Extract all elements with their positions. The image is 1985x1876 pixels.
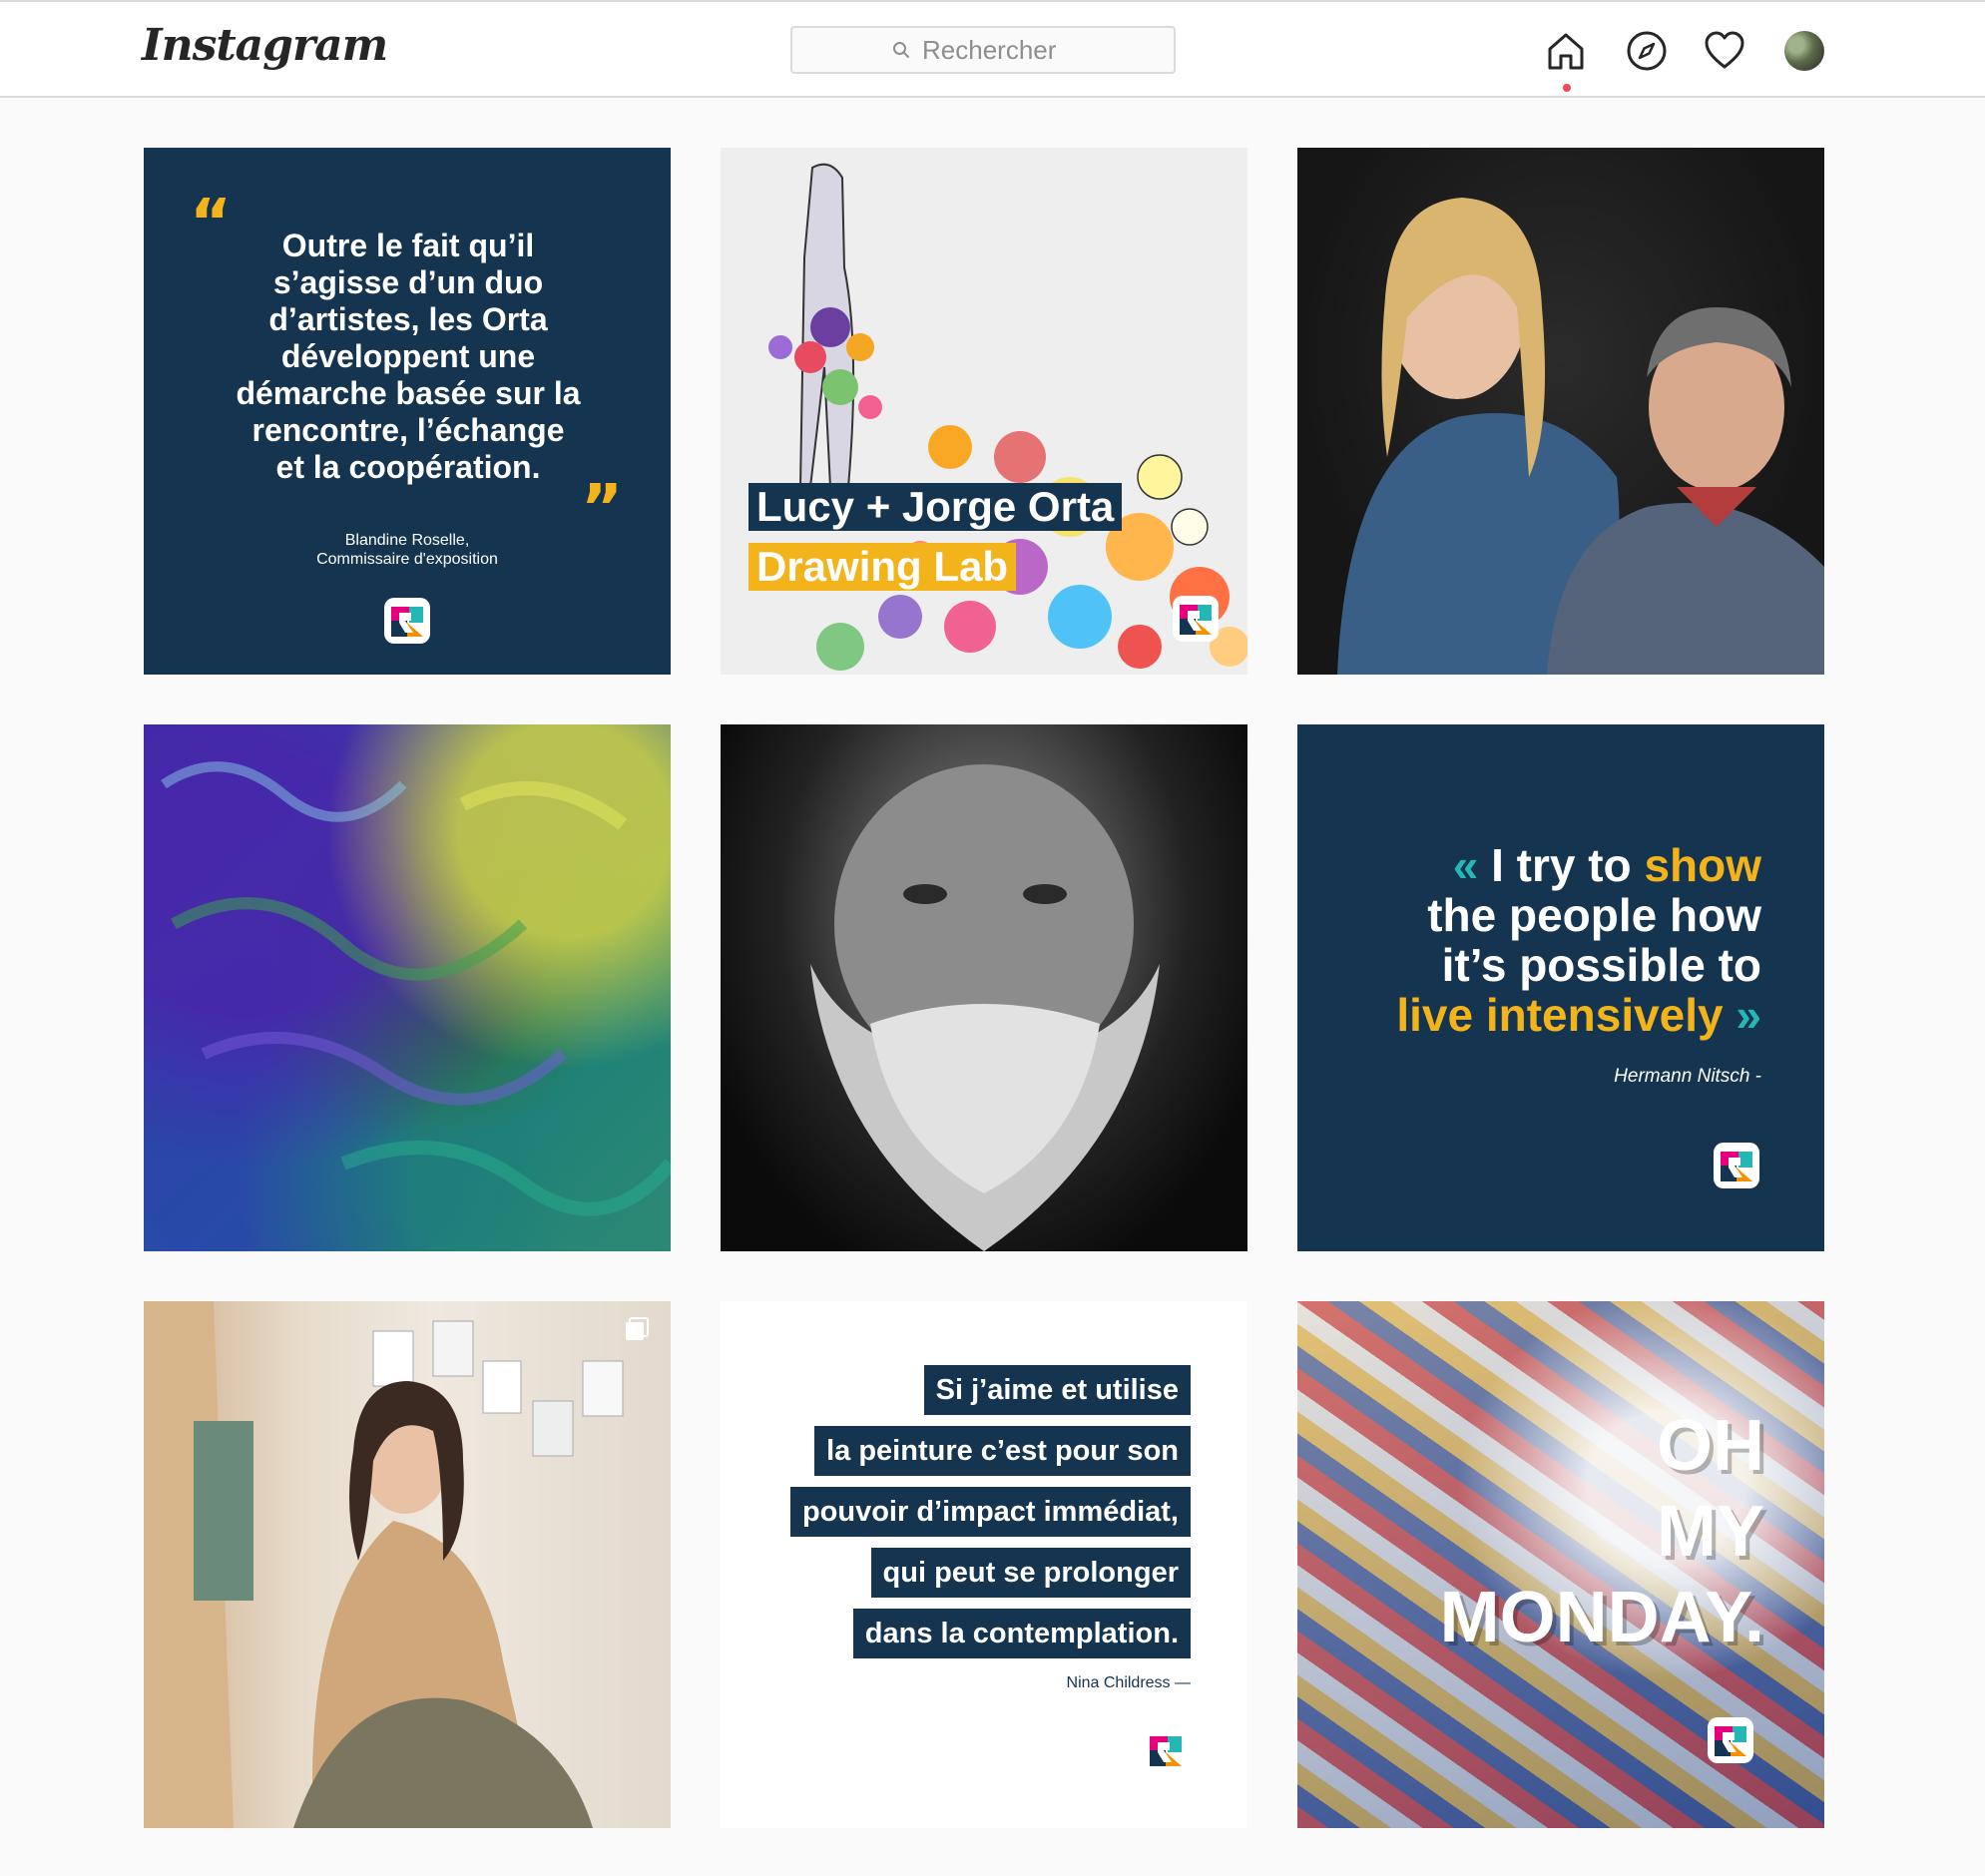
- post-quote-blandine-roselle[interactable]: “ Outre le fait qu’il s’agisse d’un duo …: [144, 148, 671, 675]
- brand-logo-icon: [1714, 1143, 1759, 1188]
- search-icon: [893, 42, 909, 58]
- brand-logo-icon: [1143, 1727, 1189, 1773]
- post-quote-nina-childress[interactable]: Si j’aime et utilise la peinture c’est p…: [721, 1301, 1247, 1828]
- post-bearded-man-portrait[interactable]: [721, 724, 1247, 1251]
- title-band-line2: Drawing Lab: [748, 543, 1017, 591]
- title-band-line1: Lucy + Jorge Orta: [748, 483, 1123, 531]
- search-input[interactable]: [920, 33, 1074, 67]
- brand-logo-icon: [1708, 1717, 1753, 1763]
- post-quote-author: Nina Childress —: [1066, 1674, 1191, 1691]
- post-drawing-lab[interactable]: Lucy + Jorge Orta Drawing Lab: [721, 148, 1247, 675]
- explore-icon[interactable]: [1624, 28, 1670, 74]
- close-guillemet: »: [1723, 989, 1761, 1041]
- heart-icon[interactable]: [1702, 28, 1747, 74]
- quote-line-strip: la peinture c’est pour son: [814, 1426, 1191, 1476]
- post-quote-text: Outre le fait qu’il s’agisse d’un duo d’…: [236, 228, 581, 485]
- multiple-photos-icon: [626, 1317, 649, 1340]
- post-abstract-painting[interactable]: [144, 724, 671, 1251]
- brand-logo-icon: [1173, 596, 1219, 642]
- quote-word: I try to: [1478, 839, 1645, 891]
- quote-line-strip: dans la contemplation.: [852, 1609, 1191, 1658]
- post-quote-author: Hermann Nitsch -: [1614, 1066, 1761, 1087]
- portrait-photo: [1337, 198, 1824, 675]
- quote-highlight: live intensively: [1396, 989, 1724, 1041]
- post-caption-text: OH MY MONDAY.: [1439, 1406, 1764, 1657]
- portrait-photo: [144, 1301, 624, 1828]
- quote-line: it’s possible to: [1441, 939, 1761, 991]
- home-icon[interactable]: [1543, 28, 1589, 74]
- flower-illustration: [768, 163, 1247, 671]
- top-navigation-bar: Instagram: [0, 2, 1985, 98]
- instagram-logo[interactable]: Instagram: [142, 20, 388, 71]
- post-oh-my-monday[interactable]: OH MY MONDAY.: [1297, 1301, 1824, 1828]
- post-quote-text: « I try to show the people how it’s poss…: [1396, 840, 1761, 1040]
- brand-logo-icon: [384, 598, 430, 644]
- quote-line-strip: pouvoir d’impact immédiat,: [789, 1487, 1191, 1537]
- post-quote-hermann-nitsch[interactable]: « I try to show the people how it’s poss…: [1297, 724, 1824, 1251]
- notification-dot: [1563, 84, 1571, 92]
- post-orta-portrait[interactable]: [1297, 148, 1824, 675]
- quote-highlight: show: [1644, 839, 1761, 891]
- quote-line-strip: Si j’aime et utilise: [923, 1365, 1191, 1415]
- open-guillemet: «: [1452, 839, 1479, 891]
- painting-texture: [161, 761, 671, 1216]
- post-artist-studio-portrait[interactable]: [144, 1301, 671, 1828]
- post-quote-author: Blandine Roselle, Commissaire d'expositi…: [316, 532, 498, 568]
- portrait-photo: [810, 764, 1160, 1251]
- quote-line-strip: qui peut se prolonger: [870, 1548, 1191, 1598]
- quote-line: the people how: [1427, 889, 1761, 941]
- profile-avatar[interactable]: [1784, 31, 1824, 71]
- search-box[interactable]: [790, 26, 1176, 74]
